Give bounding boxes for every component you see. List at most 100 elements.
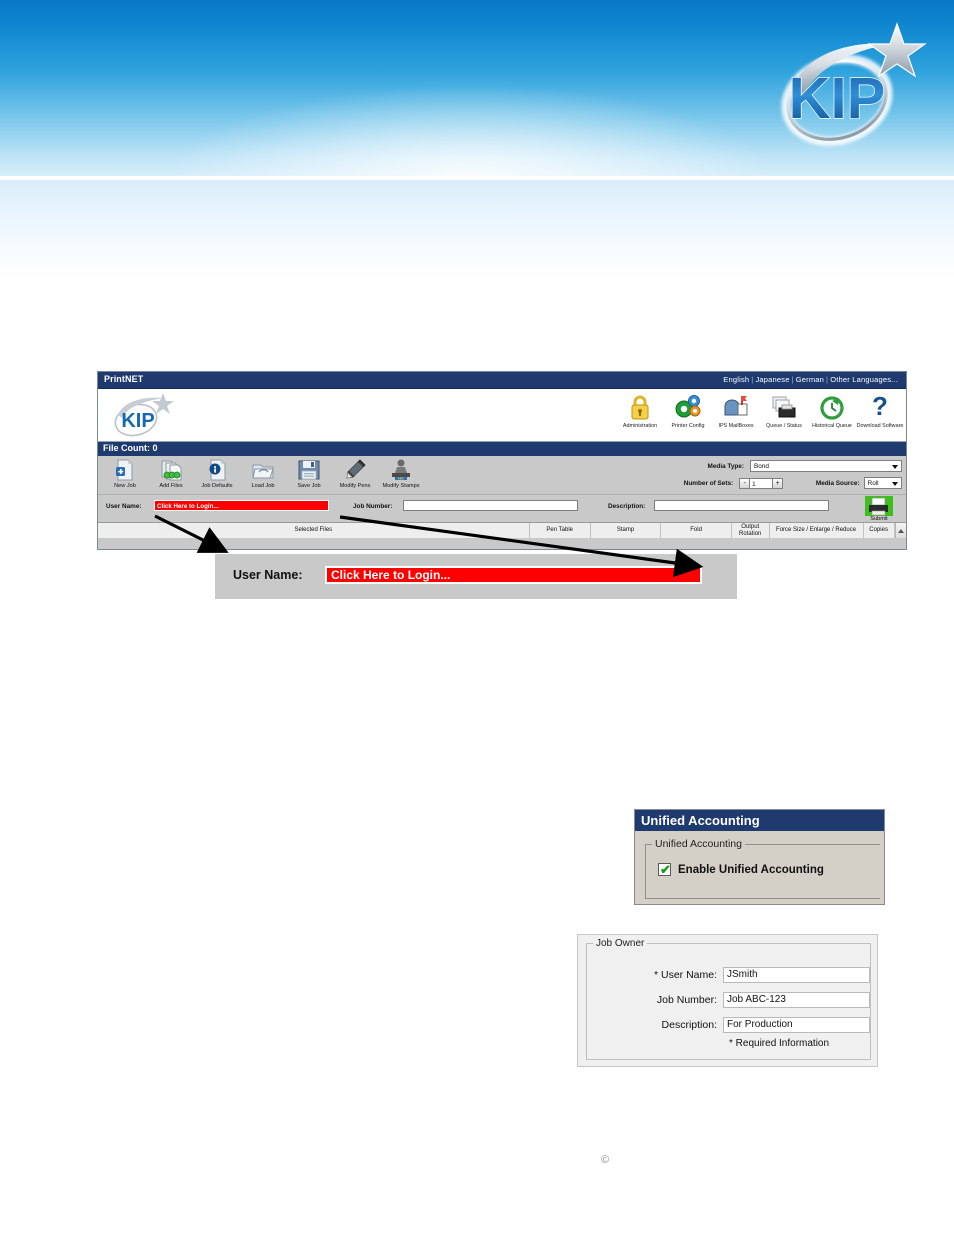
job-owner-label-description: Description:	[661, 1018, 717, 1031]
app-header: KIP Administration Printer Config IPS Ma…	[98, 389, 906, 442]
checkmark-icon: ✔	[660, 862, 671, 877]
nav-label-printer-config: Printer Config	[671, 423, 705, 429]
window-title: PrintNET	[104, 374, 144, 384]
subbanner-glow	[0, 180, 954, 280]
column-header-output-rotation[interactable]: Output Rotation	[732, 523, 770, 538]
nav-item-administration[interactable]: Administration	[616, 390, 664, 429]
decrement-button[interactable]: -	[739, 477, 751, 489]
nav-label-historical-queue: Historical Queue	[812, 423, 852, 429]
job-owner-legend: Job Owner	[593, 938, 648, 949]
job-owner-row-job-number: Job Number: Job ABC-123	[587, 991, 872, 1008]
job-owner-field-job-number[interactable]: Job ABC-123	[723, 991, 870, 1008]
user-name-field[interactable]: Click Here to Login...	[154, 500, 329, 511]
app-kip-logo[interactable]: KIP	[106, 393, 176, 437]
scroll-up-button[interactable]	[894, 523, 906, 538]
job-owner-field-user-name[interactable]: JSmith	[723, 966, 870, 983]
nav-label-administration: Administration	[622, 423, 658, 429]
clock-refresh-icon	[820, 396, 844, 420]
toolbar-button-modify-stamps[interactable]: ABC Modify Stamps	[378, 457, 424, 489]
language-link-german[interactable]: German	[796, 375, 824, 384]
column-header-selected-files[interactable]: Selected Files	[98, 523, 530, 538]
increment-button[interactable]: +	[772, 477, 784, 489]
description-label: Description:	[608, 503, 646, 510]
toolbar-icons: New Job Add Files Job Defaults Load Job …	[102, 457, 424, 489]
printer-icon	[865, 496, 893, 516]
app-kip-logo-text: KIP	[121, 410, 154, 432]
column-header-fold[interactable]: Fold	[661, 523, 732, 538]
number-of-sets-value[interactable]: 1	[750, 477, 773, 489]
job-owner-label-user-name: * User Name:	[653, 968, 717, 981]
nav-item-historical-queue[interactable]: Historical Queue	[808, 390, 856, 429]
toolbar-button-modify-pens[interactable]: Modify Pens	[332, 457, 378, 489]
toolbar-label-modify-stamps: Modify Stamps	[382, 483, 420, 489]
nav-label-ips-mailboxes: IPS MailBoxes	[718, 423, 754, 429]
column-header-pen-table[interactable]: Pen Table	[530, 523, 591, 538]
nav-item-queue-status[interactable]: Queue / Status	[760, 390, 808, 429]
load-job-icon	[252, 464, 274, 479]
column-header-stamp[interactable]: Stamp	[591, 523, 662, 538]
question-mark-icon: ?	[872, 392, 888, 421]
nav-item-printer-config[interactable]: Printer Config	[664, 390, 712, 429]
column-header-copies[interactable]: Copies	[864, 523, 895, 538]
svg-text:?: ?	[872, 392, 888, 421]
number-of-sets-stepper[interactable]: - 1 +	[739, 477, 784, 489]
job-owner-field-description[interactable]: For Production	[723, 1016, 870, 1033]
media-type-row: Media Type: Bond	[632, 459, 902, 473]
media-source-label: Media Source:	[815, 479, 860, 487]
kip-logo-text: KIP	[789, 66, 886, 131]
job-number-label: Job Number:	[353, 503, 393, 510]
media-type-value: Bond	[754, 462, 769, 470]
toolbar-label-load-job: Load Job	[251, 483, 275, 489]
language-link-other[interactable]: Other Languages...	[830, 375, 898, 384]
language-link-japanese[interactable]: Japanese	[755, 375, 789, 384]
job-defaults-icon	[209, 459, 226, 481]
enable-unified-accounting-row[interactable]: ✔ Enable Unified Accounting	[658, 863, 824, 876]
window-titlebar: PrintNET English | Japanese | German | Other L…	[98, 372, 906, 389]
padlock-icon	[631, 395, 649, 420]
callout-user-name-field[interactable]: Click Here to Login...	[325, 566, 702, 584]
media-controls: Media Type: Bond Number of Sets: - 1 + M…	[632, 459, 902, 493]
toolbar-label-modify-pens: Modify Pens	[339, 483, 371, 489]
printer-queue-icon	[772, 396, 796, 418]
save-job-icon	[298, 460, 320, 480]
unified-accounting-title: Unified Accounting	[641, 813, 760, 828]
unified-accounting-group: Unified Accounting ✔ Enable Unified Acco…	[645, 838, 880, 899]
media-source-value: Roll	[867, 479, 879, 487]
description-field[interactable]	[654, 500, 829, 511]
job-owner-label-job-number: Job Number:	[656, 993, 717, 1006]
language-bar: English | Japanese | German | Other Languages.…	[723, 375, 898, 384]
file-count-bar: File Count: 0	[98, 442, 906, 456]
job-number-field[interactable]	[403, 500, 578, 511]
toolbar-button-add-files[interactable]: Add Files	[148, 457, 194, 489]
toolbar-button-load-job[interactable]: Load Job	[240, 457, 286, 489]
column-header-force-size[interactable]: Force Size / Enlarge / Reduce	[770, 523, 864, 538]
toolbar-label-job-defaults: Job Defaults	[201, 483, 233, 489]
kip-logo: KIP	[745, 18, 945, 158]
media-sets-row: Number of Sets: - 1 + Media Source: Roll	[632, 476, 902, 490]
media-type-select[interactable]: Bond	[750, 460, 902, 472]
enable-unified-accounting-checkbox[interactable]: ✔	[658, 863, 671, 876]
toolbar-button-new-job[interactable]: New Job	[102, 457, 148, 489]
language-link-english[interactable]: English	[723, 375, 749, 384]
job-owner-row: User Name: Click Here to Login... Job Nu…	[98, 495, 906, 523]
unified-accounting-dialog: Unified Accounting Unified Accounting ✔ …	[634, 809, 885, 905]
nav-label-download-software: Download Software	[856, 423, 904, 429]
unified-accounting-titlebar: Unified Accounting	[635, 810, 884, 831]
svg-text:ABC: ABC	[398, 477, 406, 481]
toolbar-label-add-files: Add Files	[159, 483, 183, 489]
submit-button[interactable]: Submit	[858, 496, 900, 522]
nav-icon-bar: Administration Printer Config IPS MailBo…	[616, 390, 904, 442]
file-count-label: File Count: 0	[103, 443, 158, 453]
job-owner-panel: Job Owner * User Name: JSmith Job Number…	[577, 934, 878, 1067]
number-of-sets-label: Number of Sets:	[683, 479, 734, 487]
toolbar-label-new-job: New Job	[114, 483, 136, 489]
toolbar-button-job-defaults[interactable]: Job Defaults	[194, 457, 240, 489]
add-files-icon	[161, 460, 182, 481]
toolbar-button-save-job[interactable]: Save Job	[286, 457, 332, 489]
nav-item-ips-mailboxes[interactable]: IPS MailBoxes	[712, 390, 760, 429]
printnet-window: PrintNET English | Japanese | German | Other L…	[97, 371, 907, 550]
toolbar-label-save-job: Save Job	[297, 483, 321, 489]
media-source-select[interactable]: Roll	[863, 477, 902, 489]
chevron-up-icon	[897, 528, 904, 533]
nav-item-download-software[interactable]: ? Download Software	[856, 390, 904, 429]
